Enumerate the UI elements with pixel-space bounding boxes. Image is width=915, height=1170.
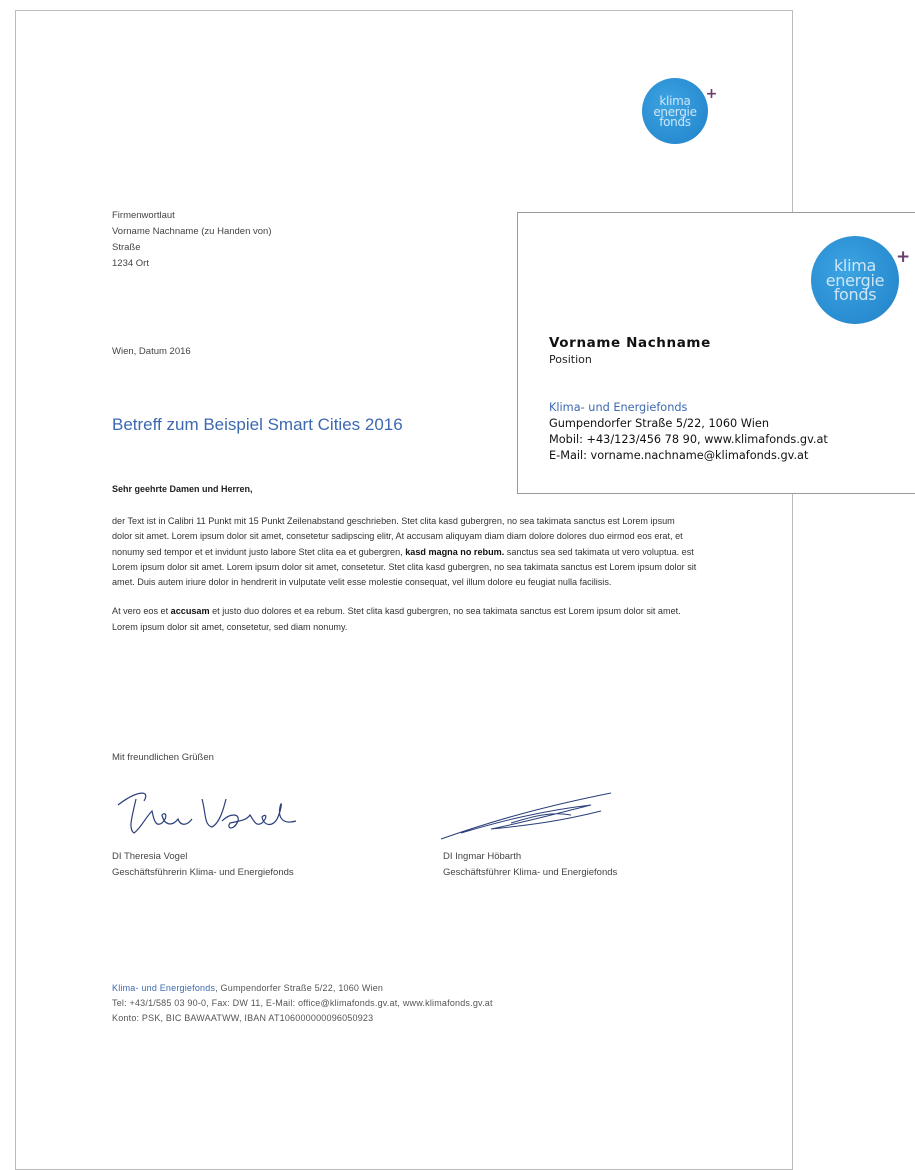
closing-phrase: Mit freundlichen Grüßen: [112, 752, 214, 763]
footer-org: Klima- und Energiefonds: [112, 983, 216, 993]
footer-address-line: Klima- und Energiefonds, Gumpendorfer St…: [112, 981, 493, 996]
recipient-street: Straße: [112, 242, 141, 253]
card-logo-plus-icon: +: [896, 247, 910, 267]
letter-subject: Betreff zum Beispiel Smart Cities 2016: [112, 415, 403, 434]
logo-line-fonds: fonds: [659, 115, 691, 130]
salutation: Sehr geehrte Damen und Herren,: [112, 484, 253, 494]
footer-bank: Konto: PSK, BIC BAWAATWW, IBAN AT1060000…: [112, 1013, 374, 1023]
card-email: E-Mail: vorname.nachname@klimafonds.gv.a…: [549, 449, 809, 462]
signer-1: DI Theresia Vogel Geschäftsführerin Klim…: [112, 849, 294, 881]
card-klimafonds-logo: klima energie fonds +: [811, 236, 910, 324]
card-mobile: Mobil: +43/123/456 78 90, www.klimafonds…: [549, 433, 828, 446]
card-address: Gumpendorfer Straße 5/22, 1060 Wien: [549, 417, 769, 430]
card-logo-line-fonds: fonds: [833, 285, 877, 305]
letter-footer: Klima- und Energiefonds, Gumpendorfer St…: [112, 981, 493, 1026]
signer-2-title: Geschäftsführer Klima- und Energiefonds: [443, 867, 618, 878]
letter-date: Wien, Datum 2016: [112, 346, 191, 357]
logo-plus-icon: +: [705, 86, 718, 102]
footer-address: , Gumpendorfer Straße 5/22, 1060 Wien: [215, 983, 384, 993]
recipient-company: Firmenwortlaut: [112, 210, 175, 221]
signature-theresia-vogel: [117, 792, 297, 834]
paragraph-1: der Text ist in Calibri 11 Punkt mit 15 …: [112, 514, 697, 590]
recipient-name: Vorname Nachname (zu Handen von): [112, 226, 272, 237]
paragraph-2-bold: accusam: [170, 606, 210, 617]
paragraph-2-part1: At vero eos et: [112, 606, 171, 617]
signer-1-name: DI Theresia Vogel: [112, 851, 188, 862]
klimafonds-logo: klima energie fonds +: [642, 78, 717, 144]
footer-contact: Tel: +43/1/585 03 90-0, Fax: DW 11, E-Ma…: [112, 998, 493, 1008]
card-position: Position: [549, 353, 592, 366]
business-card: klima energie fonds + Vorname Nachname P…: [517, 212, 915, 494]
paragraph-1-bold: kasd magna no rebum.: [405, 546, 505, 557]
signature-ingmar-hoebarth: [440, 792, 612, 840]
recipient-address: Firmenwortlaut Vorname Nachname (zu Hand…: [112, 208, 271, 272]
letter-page: klima energie fonds + Firmenwortlaut Vor…: [15, 10, 793, 1170]
card-org: Klima- und Energiefonds: [549, 401, 688, 414]
letter-body: der Text ist in Calibri 11 Punkt mit 15 …: [112, 514, 697, 649]
signer-2: DI Ingmar Höbarth Geschäftsführer Klima-…: [443, 849, 617, 881]
recipient-city: 1234 Ort: [112, 258, 149, 269]
signer-2-name: DI Ingmar Höbarth: [443, 851, 522, 862]
paragraph-2: At vero eos et accusam et justo duo dolo…: [112, 604, 697, 635]
card-name: Vorname Nachname: [549, 335, 711, 351]
signer-1-title: Geschäftsführerin Klima- und Energiefond…: [112, 867, 294, 878]
